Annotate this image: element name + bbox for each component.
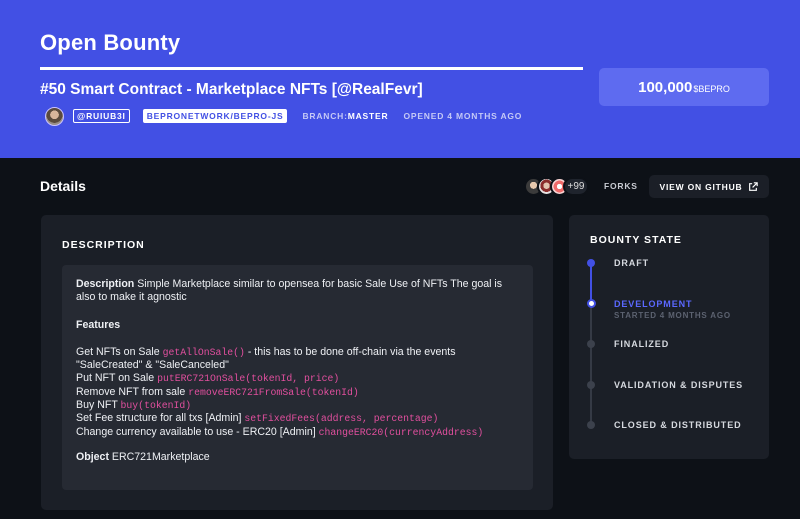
- description-body: Description Simple Marketplace similar t…: [62, 265, 533, 490]
- description-card: DESCRIPTION Description Simple Marketpla…: [41, 215, 553, 510]
- state-timeline-progress: [590, 261, 592, 302]
- forks-label: FORKS: [604, 181, 638, 191]
- step-label: VALIDATION & DISPUTES: [614, 380, 744, 390]
- bounty-meta: @RUIUB3I BEPRONETWORK/BEPRO-JS BRANCH:MA…: [45, 106, 522, 126]
- details-title: Details: [40, 178, 86, 194]
- object-line: Object ERC721Marketplace: [76, 451, 519, 464]
- bounty-state-heading: BOUNTY STATE: [590, 234, 682, 246]
- code-snippet: getAllOnSale(): [162, 346, 245, 358]
- code-snippet: changeERC20(currencyAddress): [318, 426, 484, 438]
- intro-label: Description: [76, 278, 135, 290]
- description-intro: Description Simple Marketplace similar t…: [76, 278, 519, 305]
- step-dot-done: [587, 259, 595, 267]
- opened-time: OPENED 4 MONTHS AGO: [403, 111, 523, 121]
- bounty-title: #50 Smart Contract - Marketplace NFTs [@…: [40, 81, 423, 98]
- feature-item: Change currency available to use - ERC20…: [76, 425, 484, 438]
- feature-item: Remove NFT from sale removeERC721FromSal…: [76, 385, 359, 398]
- feature-item: Put NFT on Sale putERC721OnSale(tokenId,…: [76, 372, 340, 385]
- intro-text: Simple Marketplace similar to opensea fo…: [76, 278, 503, 304]
- bounty-amount: 100,000 $BEPRO: [599, 68, 769, 106]
- branch-info: BRANCH:MASTER: [302, 111, 388, 121]
- title-divider: [40, 67, 583, 70]
- step-dot-current: [586, 299, 596, 308]
- feature-item: Buy NFT buy(tokenId): [76, 399, 192, 412]
- author-handle-link[interactable]: @RUIUB3I: [73, 109, 130, 123]
- object-value: ERC721Marketplace: [108, 450, 210, 463]
- feature-item: Get NFTs on Sale getAllOnSale() - this h…: [76, 345, 456, 372]
- code-snippet: buy(tokenId): [120, 400, 192, 412]
- author-avatar[interactable]: [45, 106, 64, 126]
- features-heading: Features: [76, 318, 121, 331]
- bounty-state-card: BOUNTY STATE DRAFT DEVELOPMENT STARTED 4…: [569, 215, 769, 459]
- forks-group[interactable]: +99 FORKS: [524, 175, 638, 197]
- step-label: DRAFT: [614, 258, 649, 268]
- code-snippet: removeERC721FromSale(tokenId): [188, 386, 359, 398]
- branch-value: MASTER: [347, 111, 389, 121]
- step-label: CLOSED & DISTRIBUTED: [614, 420, 742, 430]
- feature-item: Set Fee structure for all txs [Admin] se…: [76, 412, 439, 425]
- step-dot-pending: [587, 340, 595, 348]
- code-snippet: setFixedFees(address, percentage): [244, 413, 439, 425]
- step-dot-pending: [587, 381, 595, 389]
- github-button-label: VIEW ON GITHUB: [659, 181, 743, 192]
- step-sublabel: STARTED 4 MONTHS AGO: [614, 311, 731, 320]
- branch-label: BRANCH:: [302, 111, 348, 121]
- step-dot-pending: [587, 421, 595, 429]
- repo-badge-link[interactable]: BEPRONETWORK/BEPRO-JS: [142, 109, 288, 123]
- amount-currency: $BEPRO: [693, 84, 730, 94]
- description-heading: DESCRIPTION: [62, 239, 145, 251]
- bounty-header: Open Bounty #50 Smart Contract - Marketp…: [0, 0, 800, 158]
- external-link-icon: [749, 181, 759, 191]
- page-title: Open Bounty: [40, 30, 181, 55]
- step-label: FINALIZED: [614, 339, 670, 349]
- amount-value: 100,000: [638, 78, 693, 96]
- object-label: Object: [76, 450, 109, 463]
- step-label: DEVELOPMENT: [614, 299, 693, 309]
- code-snippet: putERC721OnSale(tokenId, price): [157, 373, 340, 385]
- forks-more-count[interactable]: +99: [563, 176, 589, 196]
- view-on-github-button[interactable]: VIEW ON GITHUB: [649, 175, 769, 198]
